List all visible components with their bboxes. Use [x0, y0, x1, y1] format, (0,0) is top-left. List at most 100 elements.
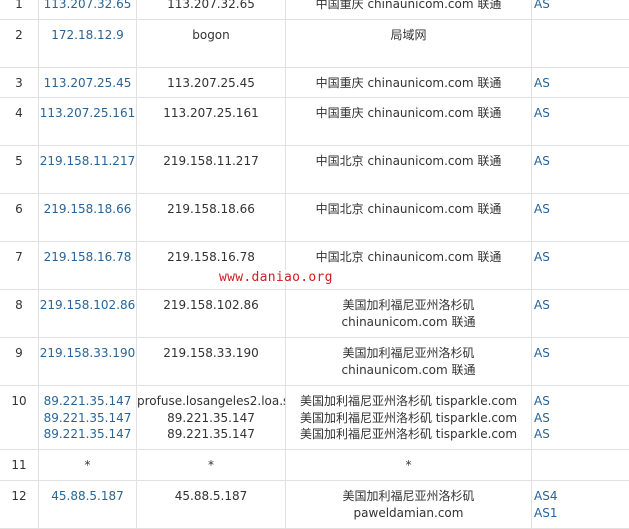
- hop-ip-link[interactable]: 89.221.35.147: [39, 393, 136, 410]
- hop-location-cell: 美国加利福尼亚州洛杉矶paweldamian.com: [286, 481, 532, 529]
- hop-ip-link[interactable]: 219.158.18.66: [39, 201, 136, 218]
- hop-hostname-cell: 113.207.32.65: [137, 0, 286, 20]
- hop-hostname: *: [137, 457, 285, 474]
- hop-location-cell: 局域网: [286, 20, 532, 68]
- hop-ip-cell: 45.88.5.187: [39, 481, 137, 529]
- hop-number: 10: [0, 386, 39, 450]
- hop-hostname-cell: 45.88.5.187: [137, 481, 286, 529]
- hop-as-link[interactable]: AS: [534, 393, 629, 410]
- hop-location: 美国加利福尼亚州洛杉矶: [286, 488, 531, 505]
- hop-ip-link: *: [39, 457, 136, 474]
- hop-hostname: 219.158.102.86: [137, 297, 285, 314]
- hop-location: 美国加利福尼亚州洛杉矶: [286, 297, 531, 314]
- hop-as-link[interactable]: AS: [534, 249, 629, 266]
- table-row: 4113.207.25.161113.207.25.161中国重庆 chinau…: [0, 98, 629, 146]
- hop-as-link[interactable]: AS: [534, 426, 629, 443]
- hop-hostname: 113.207.25.45: [137, 75, 285, 92]
- hop-as-cell: AS4AS1: [532, 481, 629, 529]
- hop-hostname: 219.158.11.217: [137, 153, 285, 170]
- hop-location: 局域网: [286, 27, 531, 44]
- hop-ip-link[interactable]: 113.207.25.45: [39, 75, 136, 92]
- hop-location: 中国重庆 chinaunicom.com 联通: [286, 75, 531, 92]
- hop-hostname-cell: 113.207.25.161: [137, 98, 286, 146]
- hop-number-text: 3: [15, 76, 23, 90]
- hop-as-link[interactable]: AS: [534, 75, 629, 92]
- hop-hostname: 219.158.16.78: [137, 249, 285, 266]
- table-row: 1245.88.5.18745.88.5.187美国加利福尼亚州洛杉矶pawel…: [0, 481, 629, 529]
- hop-ip-cell: 219.158.102.86: [39, 290, 137, 338]
- hop-hostname: bogon: [137, 27, 285, 44]
- hop-ip-cell: 113.207.25.161: [39, 98, 137, 146]
- hop-ip-link[interactable]: 172.18.12.9: [39, 27, 136, 44]
- hop-ip-link[interactable]: 45.88.5.187: [39, 488, 136, 505]
- hop-as-link[interactable]: AS4: [534, 488, 629, 505]
- hop-ip-link[interactable]: 219.158.16.78: [39, 249, 136, 266]
- hop-ip-link[interactable]: 219.158.102.86: [39, 297, 136, 314]
- hop-ip-link[interactable]: 219.158.11.217: [39, 153, 136, 170]
- hop-as-cell: AS: [532, 242, 629, 290]
- hop-ip-cell: 219.158.18.66: [39, 194, 137, 242]
- hop-as-cell: AS: [532, 146, 629, 194]
- hop-number: 8: [0, 290, 39, 338]
- hop-as-cell: AS: [532, 194, 629, 242]
- hop-ip-link[interactable]: 89.221.35.147: [39, 426, 136, 443]
- hop-as-link[interactable]: AS: [534, 153, 629, 170]
- table-row: 11***: [0, 450, 629, 481]
- hop-as-link[interactable]: AS: [534, 410, 629, 427]
- hop-as-link[interactable]: AS: [534, 297, 629, 314]
- hop-ip-link[interactable]: 89.221.35.147: [39, 410, 136, 427]
- hop-as-link[interactable]: AS: [534, 201, 629, 218]
- hop-location: 美国加利福尼亚州洛杉矶: [286, 345, 531, 362]
- hop-number: 5: [0, 146, 39, 194]
- hop-location: 中国北京 chinaunicom.com 联通: [286, 201, 531, 218]
- hop-number-text: 2: [15, 28, 23, 42]
- hop-location-cell: 中国重庆 chinaunicom.com 联通: [286, 98, 532, 146]
- hop-number-text: 11: [11, 458, 26, 472]
- hop-hostname: 89.221.35.147: [137, 426, 285, 443]
- hop-ip-link[interactable]: 113.207.25.161: [39, 105, 136, 122]
- hop-location-cell: 中国北京 chinaunicom.com 联通: [286, 146, 532, 194]
- hop-location: chinaunicom.com 联通: [286, 362, 531, 379]
- hop-location: 中国北京 chinaunicom.com 联通: [286, 153, 531, 170]
- hop-number: 12: [0, 481, 39, 529]
- hop-location: 中国重庆 chinaunicom.com 联通: [286, 105, 531, 122]
- hop-hostname: 113.207.32.65: [137, 0, 285, 13]
- hop-location-cell: 中国重庆 chinaunicom.com 联通: [286, 0, 532, 20]
- hop-hostname: 45.88.5.187: [137, 488, 285, 505]
- hop-location: 美国加利福尼亚州洛杉矶 tisparkle.com: [286, 393, 531, 410]
- hop-hostname-cell: bogon: [137, 20, 286, 68]
- hop-number-text: 10: [11, 394, 26, 408]
- hop-as-link[interactable]: AS: [534, 0, 629, 13]
- hop-hostname-cell: 219.158.102.86: [137, 290, 286, 338]
- table-row: 6219.158.18.66219.158.18.66中国北京 chinauni…: [0, 194, 629, 242]
- hop-number: 4: [0, 98, 39, 146]
- table-row: 8219.158.102.86219.158.102.86美国加利福尼亚州洛杉矶…: [0, 290, 629, 338]
- table-row: 1089.221.35.14789.221.35.14789.221.35.14…: [0, 386, 629, 450]
- table-row: 2 172.18.12.9bogon局域网: [0, 20, 629, 68]
- hop-location: 美国加利福尼亚州洛杉矶 tisparkle.com: [286, 410, 531, 427]
- hop-number: 3: [0, 68, 39, 98]
- hop-ip-cell: 113.207.25.45: [39, 68, 137, 98]
- table-row: 1113.207.32.65113.207.32.65中国重庆 chinauni…: [0, 0, 629, 20]
- hop-ip-link[interactable]: 219.158.33.190: [39, 345, 136, 362]
- hop-ip-cell: 219.158.11.217: [39, 146, 137, 194]
- hop-location-cell: 美国加利福尼亚州洛杉矶chinaunicom.com 联通: [286, 338, 532, 386]
- hop-location-cell: 中国重庆 chinaunicom.com 联通: [286, 68, 532, 98]
- hop-number-text: 7: [15, 250, 23, 264]
- hop-as-cell: AS: [532, 98, 629, 146]
- hop-number: 7: [0, 242, 39, 290]
- hop-location-cell: 美国加利福尼亚州洛杉矶 tisparkle.com美国加利福尼亚州洛杉矶 tis…: [286, 386, 532, 450]
- hop-as-link[interactable]: AS: [534, 105, 629, 122]
- hop-location-cell: *: [286, 450, 532, 481]
- hop-ip-cell: 172.18.12.9: [39, 20, 137, 68]
- hop-hostname-cell: 219.158.33.190: [137, 338, 286, 386]
- table-row: 3113.207.25.45113.207.25.45中国重庆 chinauni…: [0, 68, 629, 98]
- hop-location: *: [286, 457, 531, 474]
- hop-hostname-cell: profuse.losangeles2.loa.seabone.net89.22…: [137, 386, 286, 450]
- hop-number-text: 4: [15, 106, 23, 120]
- hop-ip-link[interactable]: 113.207.32.65: [39, 0, 136, 13]
- hop-as-link[interactable]: AS: [534, 345, 629, 362]
- hop-hostname: 219.158.33.190: [137, 345, 285, 362]
- watermark: www.daniao.org: [219, 270, 333, 285]
- hop-as-cell: AS: [532, 68, 629, 98]
